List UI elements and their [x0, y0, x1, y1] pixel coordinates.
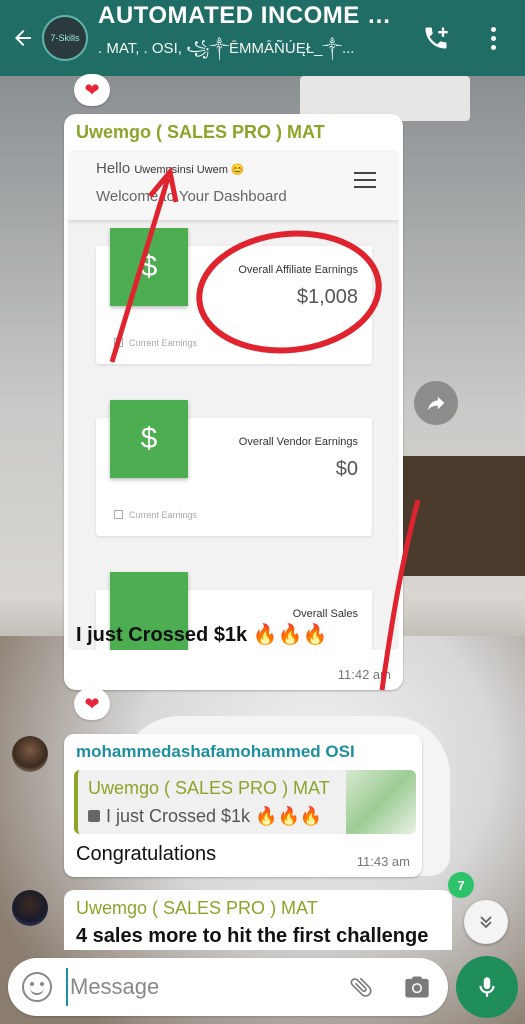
more-options-button[interactable]: [478, 20, 508, 56]
back-button[interactable]: [4, 0, 42, 76]
microphone-icon: [479, 977, 495, 997]
card-label: Overall Affiliate Earnings: [238, 264, 358, 276]
message-time: 11:43 am: [356, 854, 410, 869]
group-avatar[interactable]: 7-Skills: [42, 15, 88, 61]
quoted-message[interactable]: Uwemgo ( SALES PRO ) MAT I just Crossed …: [74, 770, 416, 834]
message-text: Congratulations: [76, 843, 217, 865]
phone-plus-icon: [425, 27, 448, 49]
chat-title: AUTOMATED INCOME M...: [98, 2, 394, 29]
message-input[interactable]: [66, 968, 326, 1006]
quoted-thumbnail: [346, 770, 416, 834]
card-label: Overall Sales: [292, 608, 358, 620]
card-footer: Current Earnings: [114, 338, 197, 348]
heart-reaction[interactable]: ❤: [74, 74, 110, 106]
forward-icon: [427, 396, 445, 411]
fire-emoji: 🔥🔥🔥: [252, 624, 328, 646]
calendar-icon: [114, 338, 123, 347]
calendar-icon: [114, 510, 123, 519]
dollar-icon: $: [110, 400, 188, 478]
dollar-icon: $: [110, 228, 188, 306]
scroll-to-bottom-button[interactable]: [464, 900, 508, 944]
message-bubble[interactable]: mohammedashafamohammed OSI Uwemgo ( SALE…: [64, 734, 422, 877]
message-time: 11:42 am: [337, 667, 391, 682]
chat-title-block[interactable]: AUTOMATED INCOME M... . MAT, . OSI, ꧁༒ĒM…: [98, 2, 394, 74]
chat-members: . MAT, . OSI, ꧁༒ĒMMĀÑÚĘŁ_༒...: [98, 40, 355, 57]
dashboard-welcome: Welcome to Your Dashboard: [96, 188, 287, 205]
unread-count-badge: 7: [448, 872, 474, 898]
voice-record-button[interactable]: [456, 956, 518, 1018]
message-sender: Uwemgo ( SALES PRO ) MAT: [76, 122, 325, 142]
chat-header: 7-Skills AUTOMATED INCOME M... . MAT, . …: [0, 0, 525, 76]
chevrons-down-icon: [480, 916, 492, 929]
avatar-label: 7-Skills: [50, 33, 80, 43]
dashboard-user-name: Uwemnsinsi Uwem 😊: [134, 164, 245, 176]
more-vertical-icon: [490, 26, 496, 32]
dashboard-header: Hello Uwemnsinsi Uwem 😊 Welcome to Your …: [68, 150, 399, 220]
image-icon: [88, 810, 100, 822]
message-image[interactable]: Hello Uwemnsinsi Uwem 😊 Welcome to Your …: [68, 150, 399, 650]
arrow-left-icon: [15, 30, 31, 46]
message-text: 4 sales more to hit the first challenge: [76, 925, 429, 947]
forward-button[interactable]: [414, 381, 458, 425]
card-footer: Current Earnings: [114, 510, 197, 520]
card-value: $1,008: [296, 286, 358, 308]
card-label: Overall Vendor Earnings: [238, 436, 358, 448]
message-bubble[interactable]: Uwemgo ( SALES PRO ) MAT Hello Uwemnsins…: [64, 114, 403, 690]
message-sender: mohammedashafamohammed OSI: [76, 742, 355, 761]
dashboard-greeting: Hello Uwemnsinsi Uwem 😊: [96, 160, 245, 177]
affiliate-earnings-card: $ Overall Affiliate Earnings $1,008 Curr…: [96, 228, 372, 364]
avatar[interactable]: [12, 736, 48, 772]
avatar[interactable]: [12, 890, 48, 926]
message-bubble[interactable]: Uwemgo ( SALES PRO ) MAT 4 sales more to…: [64, 890, 452, 950]
vendor-earnings-card: $ Overall Vendor Earnings $0 Current Ear…: [96, 400, 372, 536]
add-call-button[interactable]: [418, 20, 454, 56]
paperclip-icon[interactable]: [340, 966, 382, 1008]
quoted-sender: Uwemgo ( SALES PRO ) MAT: [88, 778, 330, 798]
message-sender: Uwemgo ( SALES PRO ) MAT: [76, 898, 318, 918]
heart-reaction[interactable]: ❤: [74, 688, 110, 720]
smiley-icon[interactable]: [22, 972, 52, 1002]
message-composer: [8, 958, 448, 1016]
hamburger-icon: [354, 172, 376, 188]
quoted-text: I just Crossed $1k 🔥🔥🔥: [88, 806, 322, 827]
camera-icon[interactable]: [402, 972, 432, 1002]
message-text: I just Crossed $1k 🔥🔥🔥: [76, 624, 328, 646]
card-value: $0: [335, 458, 358, 480]
